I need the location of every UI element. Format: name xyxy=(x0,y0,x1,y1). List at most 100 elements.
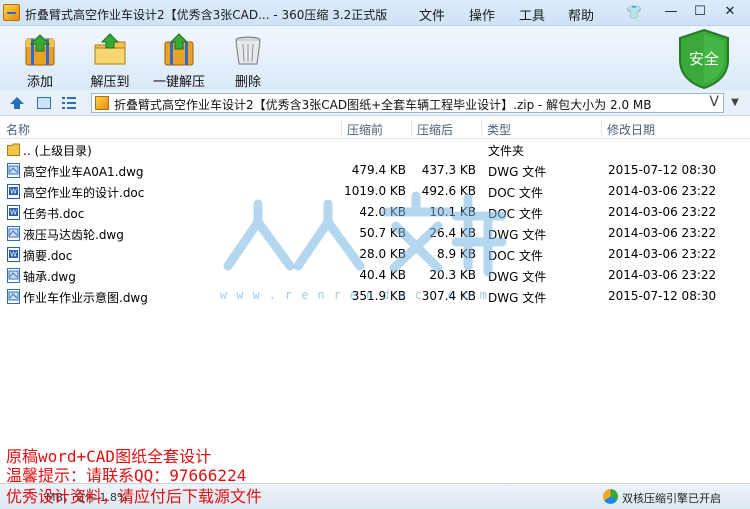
menu-operation[interactable]: 操作 xyxy=(469,5,495,24)
file-name: 高空作业车A0A1.dwg xyxy=(23,165,144,179)
list-view-icon[interactable] xyxy=(61,95,77,111)
column-type[interactable]: 类型 xyxy=(487,121,511,138)
file-size: 50.7 KB xyxy=(359,226,406,240)
file-name: 轴承.dwg xyxy=(23,270,76,284)
large-icon-view-icon[interactable] xyxy=(36,95,52,111)
title-bar[interactable]: 折叠臂式高空作业车设计2【优秀含3张CAD... - 360压缩 3.2正式版 … xyxy=(0,0,750,26)
delete-button[interactable]: 删除 xyxy=(220,29,276,90)
archive-file-icon xyxy=(95,96,109,110)
file-type: DWG 文件 xyxy=(488,165,547,179)
address-bar: 折叠臂式高空作业车设计2【优秀含3张CAD图纸+全套车辆工程毕业设计】.zip … xyxy=(0,90,750,116)
column-divider[interactable] xyxy=(411,120,412,136)
file-modified-date: 2015-07-12 08:30 xyxy=(608,289,717,303)
column-size[interactable]: 压缩前 xyxy=(347,121,383,138)
file-size: 1019.0 KB xyxy=(344,184,406,198)
file-modified-date: 2014-03-06 23:22 xyxy=(608,268,717,282)
overlay-line-3: 优秀设计资料，请应付后下载源文件 xyxy=(6,487,263,506)
extract-to-button[interactable]: 解压到 xyxy=(80,29,140,90)
up-arrow-icon[interactable] xyxy=(9,95,25,111)
file-row[interactable]: 轴承.dwg 40.4 KB 20.3 KB DWG 文件 2014-03-06 23:… xyxy=(0,265,750,286)
security-label: 安全 xyxy=(689,50,719,68)
dwg-file-icon xyxy=(7,289,20,304)
file-type: DWG 文件 xyxy=(488,228,547,242)
file-type: DOC 文件 xyxy=(488,249,543,263)
column-divider[interactable] xyxy=(481,120,482,136)
file-row[interactable]: 液压马达齿轮.dwg 50.7 KB 26.4 KB DWG 文件 2014-03-06… xyxy=(0,223,750,244)
file-row[interactable]: W 任务书.doc 42.0 KB 10.1 KB DOC 文件 2014-03-06 2… xyxy=(0,202,750,223)
path-text: 折叠臂式高空作业车设计2【优秀含3张CAD图纸+全套车辆工程毕业设计】.zip … xyxy=(114,98,652,112)
file-size: 351.9 KB xyxy=(351,289,406,303)
add-button[interactable]: 添加 xyxy=(12,29,68,90)
archive-window: 折叠臂式高空作业车设计2【优秀含3张CAD... - 360压缩 3.2正式版 … xyxy=(0,0,750,509)
column-divider[interactable] xyxy=(601,120,602,136)
one-click-extract-icon xyxy=(164,33,194,66)
app-logo-icon xyxy=(3,4,20,21)
delete-label: 删除 xyxy=(234,75,261,90)
file-type: DWG 文件 xyxy=(488,291,547,305)
doc-file-icon: W xyxy=(7,205,20,220)
security-shield-icon[interactable]: 安全 xyxy=(677,28,731,90)
file-packed-size: 20.3 KB xyxy=(429,268,476,282)
doc-file-icon: W xyxy=(7,247,20,262)
column-divider[interactable] xyxy=(341,120,342,136)
column-name[interactable]: 名称 xyxy=(6,121,30,138)
file-size: 42.0 KB xyxy=(359,205,406,219)
file-row[interactable]: 高空作业车A0A1.dwg 479.4 KB 437.3 KB DWG 文件 2015-… xyxy=(0,160,750,181)
svg-text:W: W xyxy=(10,251,17,259)
dwg-file-icon xyxy=(7,163,20,178)
list-header: 名称 压缩前 压缩后 类型 修改日期 xyxy=(0,118,750,139)
file-packed-size: 437.3 KB xyxy=(421,163,476,177)
file-type: 文件夹 xyxy=(488,144,525,158)
file-modified-date: 2014-03-06 23:22 xyxy=(608,226,717,240)
menu-file[interactable]: 文件 xyxy=(419,5,445,24)
file-name: 作业车作业示意图.dwg xyxy=(23,291,148,305)
file-name: 液压马达齿轮.dwg xyxy=(23,228,124,242)
path-v-mark: V xyxy=(709,94,719,110)
doc-file-icon: W xyxy=(7,184,20,199)
file-size: 479.4 KB xyxy=(351,163,406,177)
add-archive-icon xyxy=(25,34,55,66)
menu-tools[interactable]: 工具 xyxy=(519,5,545,24)
file-type: DOC 文件 xyxy=(488,186,543,200)
file-row[interactable]: W 高空作业车的设计.doc 1019.0 KB 492.6 KB DOC 文件 2014… xyxy=(0,181,750,202)
file-name: 高空作业车的设计.doc xyxy=(23,186,145,200)
chevron-down-icon[interactable]: ▼ xyxy=(726,94,744,112)
menu-help[interactable]: 帮助 xyxy=(568,5,594,24)
close-button[interactable]: ✕ xyxy=(722,4,738,20)
file-row[interactable]: .. (上级目录) 文件夹 xyxy=(0,139,750,160)
file-row[interactable]: W 摘要.doc 28.0 KB 8.9 KB DOC 文件 2014-03-06 23:… xyxy=(0,244,750,265)
one-click-extract-button[interactable]: 一键解压 xyxy=(146,29,212,90)
folder-icon xyxy=(7,143,20,156)
file-packed-size: 492.6 KB xyxy=(421,184,476,198)
file-row[interactable]: 作业车作业示意图.dwg 351.9 KB 307.4 KB DWG 文件 2015-0… xyxy=(0,286,750,307)
file-list: .. (上级目录) 文件夹高空作业车A0A1.dwg 479.4 KB 437.3 K… xyxy=(0,139,750,307)
column-packed-size[interactable]: 压缩后 xyxy=(417,121,453,138)
column-modified-date[interactable]: 修改日期 xyxy=(607,121,655,138)
maximize-button[interactable]: ☐ xyxy=(692,4,708,20)
file-modified-date: 2014-03-06 23:22 xyxy=(608,205,717,219)
dual-core-engine-icon xyxy=(603,489,618,504)
file-packed-size: 8.9 KB xyxy=(437,247,476,261)
file-modified-date: 2015-07-12 08:30 xyxy=(608,163,717,177)
file-name: .. (上级目录) xyxy=(23,144,92,158)
path-field[interactable]: 折叠臂式高空作业车设计2【优秀含3张CAD图纸+全套车辆工程毕业设计】.zip … xyxy=(91,93,724,113)
window-title: 折叠臂式高空作业车设计2【优秀含3张CAD... - 360压缩 3.2正式版 xyxy=(25,8,388,22)
extract-folder-icon xyxy=(94,33,126,65)
trash-icon xyxy=(235,36,261,65)
skin-shirt-icon[interactable]: 👕 xyxy=(626,5,642,19)
file-packed-size: 10.1 KB xyxy=(429,205,476,219)
svg-text:W: W xyxy=(10,188,17,196)
file-size: 28.0 KB xyxy=(359,247,406,261)
dwg-file-icon xyxy=(7,268,20,283)
file-packed-size: 307.4 KB xyxy=(421,289,476,303)
status-engine-text: 双核压缩引擎已开启 xyxy=(622,492,721,505)
toolbar: 添加 解压到 一键解压 删除 xyxy=(0,26,750,90)
file-packed-size: 26.4 KB xyxy=(429,226,476,240)
file-type: DWG 文件 xyxy=(488,270,547,284)
file-modified-date: 2014-03-06 23:22 xyxy=(608,247,717,261)
file-name: 摘要.doc xyxy=(23,249,73,263)
dwg-file-icon xyxy=(7,226,20,241)
file-name: 任务书.doc xyxy=(23,207,85,221)
file-size: 40.4 KB xyxy=(359,268,406,282)
minimize-button[interactable]: — xyxy=(663,4,679,20)
